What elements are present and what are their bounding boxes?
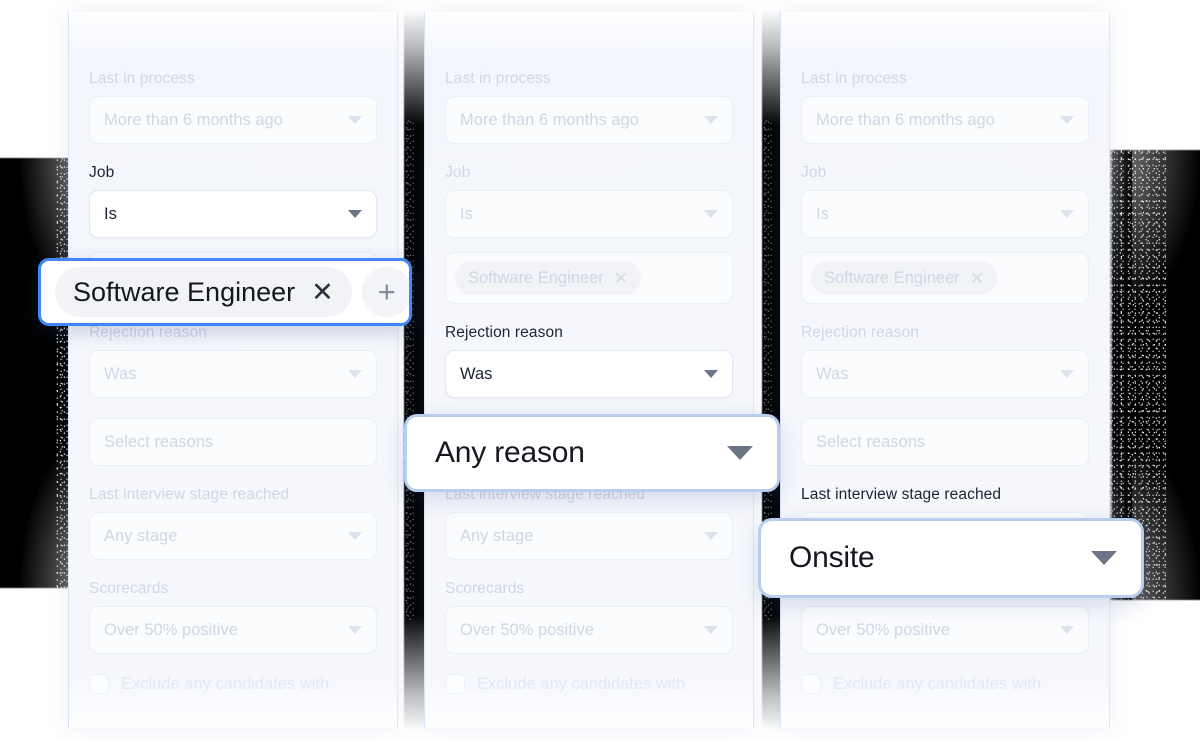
scorecards-select[interactable]: Over 50% positive (89, 606, 377, 654)
rejection-reason-values-select[interactable]: Select reasons (89, 418, 377, 466)
close-icon[interactable]: ✕ (614, 270, 628, 287)
chevron-down-icon (348, 626, 362, 634)
exclude-checkbox[interactable] (89, 674, 109, 694)
exclude-checkbox[interactable] (801, 674, 821, 694)
scorecards-select[interactable]: Over 50% positive (801, 606, 1089, 654)
filter-panel-one: Last in process More than 6 months ago J… (68, 12, 398, 728)
close-icon[interactable]: ✕ (970, 270, 984, 287)
job-chip-label: Software Engineer (824, 268, 960, 287)
job-chip[interactable]: Software Engineer ✕ (455, 261, 641, 295)
scorecards-value: Over 50% positive (816, 620, 950, 639)
chevron-down-icon (704, 210, 718, 218)
rejection-reason-operator-select[interactable]: Was (89, 350, 377, 398)
last-in-process-select[interactable]: More than 6 months ago (445, 96, 733, 144)
job-operator-value: Is (816, 204, 829, 223)
close-icon[interactable]: ✕ (311, 278, 334, 306)
callout-rejection-reason-value: Any reason (435, 436, 585, 469)
exclude-checkbox-row[interactable]: Exclude any candidates with (445, 674, 733, 694)
callout-chip-pill[interactable]: Software Engineer ✕ (55, 267, 352, 317)
callout-last-stage-select[interactable]: Onsite (758, 518, 1144, 598)
last-in-process-label: Last in process (445, 70, 551, 87)
chevron-down-icon (1060, 210, 1074, 218)
chevron-down-icon (348, 116, 362, 124)
callout-rejection-reason-select[interactable]: Any reason (404, 414, 780, 492)
job-label: Job (89, 164, 115, 181)
chevron-down-icon (348, 532, 362, 540)
chevron-down-icon (727, 446, 753, 460)
callout-chip-label: Software Engineer (73, 276, 296, 307)
job-chip-label: Software Engineer (468, 268, 604, 287)
chevron-down-icon (704, 370, 718, 378)
last-in-process-label: Last in process (89, 70, 195, 87)
job-operator-select[interactable]: Is (89, 190, 377, 238)
scorecards-value: Over 50% positive (104, 620, 238, 639)
job-label: Job (445, 164, 471, 181)
exclude-checkbox[interactable] (445, 674, 465, 694)
job-chip[interactable]: Software Engineer ✕ (811, 261, 997, 295)
scorecards-select[interactable]: Over 50% positive (445, 606, 733, 654)
exclude-checkbox-row[interactable]: Exclude any candidates with (89, 674, 377, 694)
rejection-reason-placeholder: Select reasons (104, 432, 214, 451)
exclude-checkbox-row[interactable]: Exclude any candidates with (801, 674, 1089, 694)
rejection-reason-operator-value: Was (460, 364, 493, 383)
exclude-checkbox-label: Exclude any candidates with (477, 674, 686, 693)
last-in-process-select[interactable]: More than 6 months ago (89, 96, 377, 144)
last-stage-label: Last interview stage reached (801, 486, 1002, 503)
exclude-checkbox-label: Exclude any candidates with (833, 674, 1042, 693)
job-operator-value: Is (104, 204, 117, 223)
job-operator-value: Is (460, 204, 473, 223)
last-stage-value: Any stage (460, 526, 534, 545)
chevron-down-icon (1060, 116, 1074, 124)
plus-icon[interactable]: + (361, 267, 409, 317)
rejection-reason-operator-value: Was (816, 364, 849, 383)
last-in-process-select[interactable]: More than 6 months ago (801, 96, 1089, 144)
last-in-process-value: More than 6 months ago (104, 110, 283, 129)
rejection-reason-operator-select[interactable]: Was (801, 350, 1089, 398)
rejection-reason-operator-select[interactable]: Was (445, 350, 733, 398)
last-in-process-value: More than 6 months ago (460, 110, 639, 129)
rejection-reason-label: Rejection reason (89, 324, 207, 341)
filter-panel-three: Last in process More than 6 months ago J… (780, 12, 1110, 728)
chevron-down-icon (348, 370, 362, 378)
job-operator-select[interactable]: Is (801, 190, 1089, 238)
job-operator-select[interactable]: Is (445, 190, 733, 238)
screenshot-stage: Last in process More than 6 months ago J… (0, 0, 1200, 740)
rejection-reason-values-select[interactable]: Select reasons (801, 418, 1089, 466)
callout-job-chip[interactable]: Software Engineer ✕ + (38, 258, 412, 326)
callout-last-stage-value: Onsite (789, 541, 875, 574)
job-chip-row[interactable]: Software Engineer ✕ (801, 252, 1089, 304)
last-in-process-label: Last in process (801, 70, 907, 87)
scorecards-label: Scorecards (89, 580, 169, 597)
chevron-down-icon (1091, 551, 1117, 565)
chevron-down-icon (348, 210, 362, 218)
chevron-down-icon (1060, 626, 1074, 634)
last-in-process-value: More than 6 months ago (816, 110, 995, 129)
last-stage-value: Any stage (104, 526, 178, 545)
scorecards-label: Scorecards (445, 580, 525, 597)
chevron-down-icon (704, 116, 718, 124)
rejection-reason-operator-value: Was (104, 364, 137, 383)
exclude-checkbox-label: Exclude any candidates with (121, 674, 330, 693)
last-stage-label: Last interview stage reached (89, 486, 290, 503)
job-label: Job (801, 164, 827, 181)
scorecards-value: Over 50% positive (460, 620, 594, 639)
chevron-down-icon (704, 626, 718, 634)
rejection-reason-label: Rejection reason (445, 324, 563, 341)
chevron-down-icon (1060, 370, 1074, 378)
job-chip-row[interactable]: Software Engineer ✕ (445, 252, 733, 304)
last-stage-select[interactable]: Any stage (89, 512, 377, 560)
last-stage-select[interactable]: Any stage (445, 512, 733, 560)
chevron-down-icon (704, 532, 718, 540)
rejection-reason-placeholder: Select reasons (816, 432, 926, 451)
rejection-reason-label: Rejection reason (801, 324, 919, 341)
filter-panel-two: Last in process More than 6 months ago J… (424, 12, 754, 728)
